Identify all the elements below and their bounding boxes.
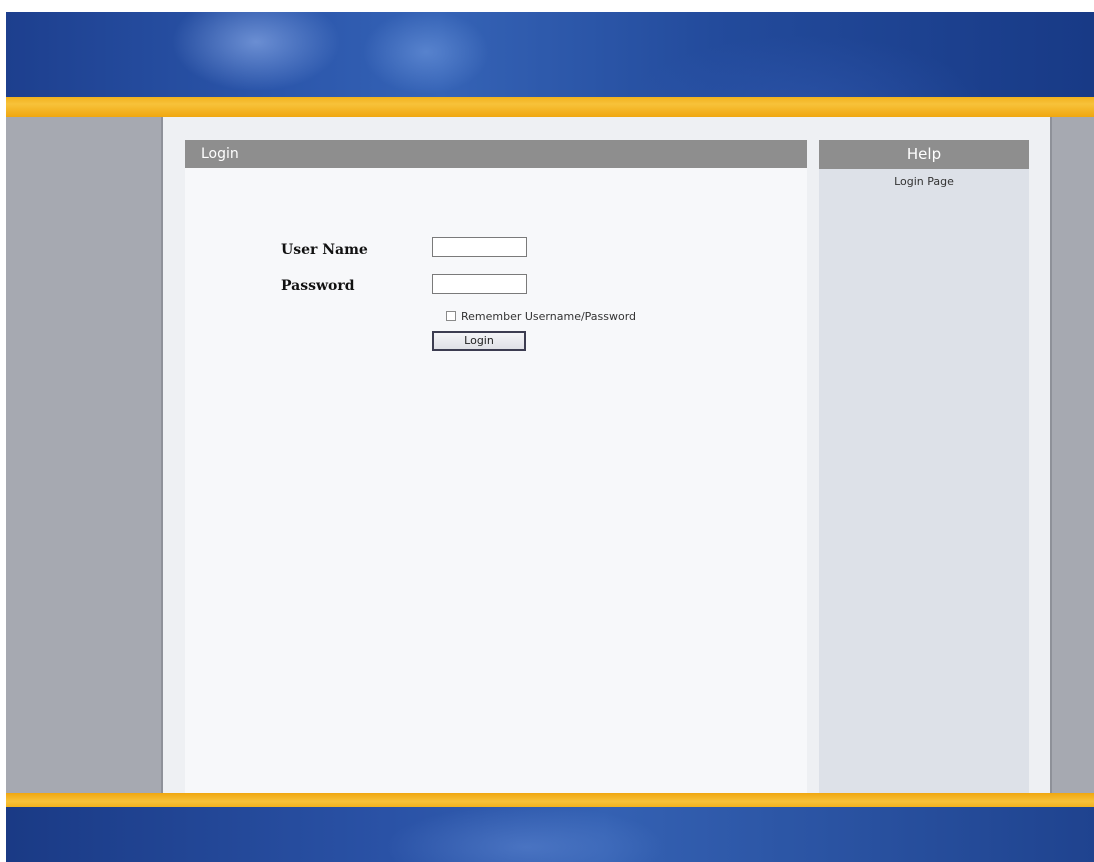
page: Login User Name Password Remember Userna… — [0, 0, 1094, 862]
right-margin — [1050, 117, 1094, 793]
left-margin — [6, 117, 163, 793]
remember-credentials-option[interactable]: Remember Username/Password — [446, 308, 636, 324]
bottom-accent-bar — [6, 793, 1094, 807]
remember-label: Remember Username/Password — [461, 309, 637, 323]
help-text: Login Page — [894, 175, 954, 188]
login-button[interactable]: Login — [432, 331, 526, 351]
help-panel-header: Help — [819, 140, 1029, 169]
password-input[interactable] — [432, 274, 527, 294]
username-input[interactable] — [432, 237, 527, 257]
login-panel-header: Login — [185, 140, 807, 168]
top-accent-bar — [6, 97, 1094, 117]
help-panel — [819, 140, 1029, 793]
remember-checkbox[interactable] — [446, 311, 456, 321]
top-banner — [6, 12, 1094, 98]
username-label: User Name — [281, 242, 368, 258]
bottom-banner — [6, 807, 1094, 862]
password-label: Password — [281, 278, 355, 294]
